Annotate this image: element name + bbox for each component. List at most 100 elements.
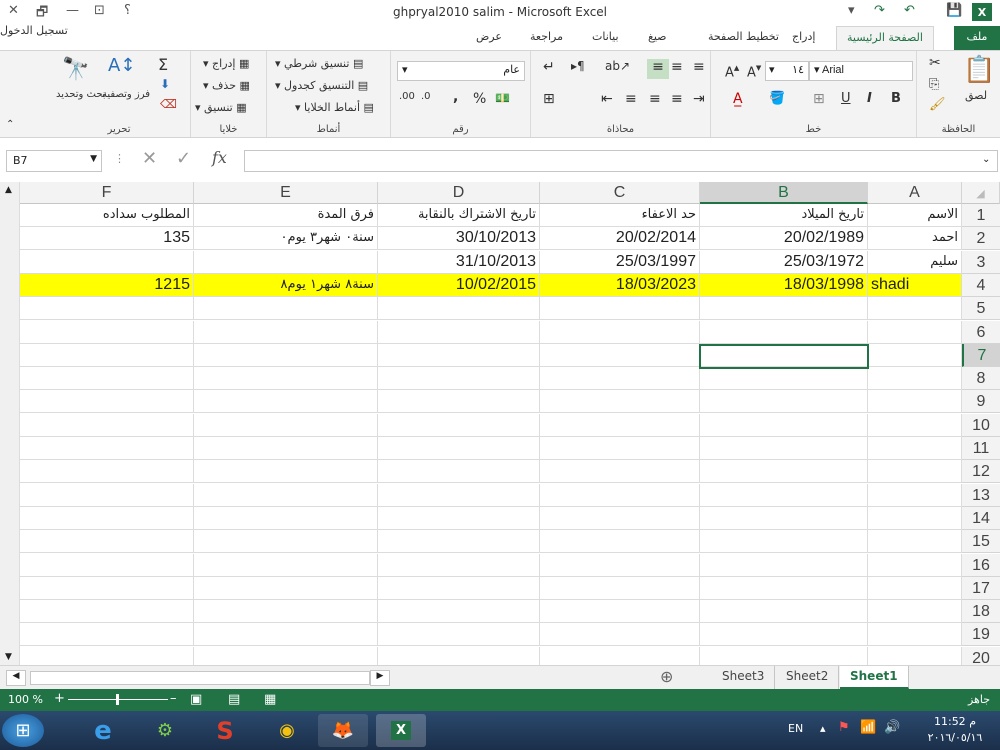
align-left-icon[interactable]: ≡: [671, 91, 683, 107]
tab-file[interactable]: ملف: [954, 26, 1000, 50]
cell[interactable]: [868, 460, 962, 484]
format-cells-button[interactable]: ▾ تنسيق ▦: [195, 101, 247, 114]
scroll-right-icon[interactable]: ▶: [370, 670, 390, 686]
cell[interactable]: 20/02/2014: [540, 227, 700, 251]
row-header[interactable]: 1: [962, 204, 1000, 227]
cell[interactable]: [20, 367, 194, 391]
clear-icon[interactable]: ⌫: [160, 97, 177, 111]
page-break-view-icon[interactable]: ▣: [190, 692, 202, 707]
page-layout-view-icon[interactable]: ▤: [228, 692, 240, 707]
cell[interactable]: [868, 506, 962, 530]
language-indicator[interactable]: EN: [788, 722, 803, 735]
cell[interactable]: [194, 623, 378, 647]
app-s-icon[interactable]: S: [200, 714, 250, 747]
cell[interactable]: 20/02/1989: [700, 227, 868, 251]
tab-page-layout[interactable]: تخطيط الصفحة: [708, 30, 779, 43]
cell[interactable]: [20, 413, 194, 437]
clock-date[interactable]: ٢٠١٦/٠٥/١٦: [920, 731, 990, 744]
cell[interactable]: [20, 623, 194, 647]
zoom-level[interactable]: 100 %: [8, 693, 43, 706]
cell[interactable]: [20, 600, 194, 624]
paste-icon[interactable]: 📋: [963, 55, 995, 85]
decrease-decimal-icon[interactable]: .00: [399, 91, 415, 102]
cell[interactable]: [540, 600, 700, 624]
scroll-left-icon[interactable]: ◀: [6, 670, 26, 686]
cell[interactable]: [378, 623, 540, 647]
cell[interactable]: [194, 437, 378, 460]
cell[interactable]: [194, 367, 378, 391]
cell[interactable]: [700, 437, 868, 460]
cell[interactable]: [540, 413, 700, 437]
row-header[interactable]: 12: [962, 460, 1000, 484]
row-header[interactable]: 2: [962, 227, 1000, 251]
cell[interactable]: [700, 623, 868, 647]
cell[interactable]: فرق المدة: [194, 204, 378, 227]
cell[interactable]: [20, 343, 194, 367]
cell[interactable]: [700, 297, 868, 321]
cell[interactable]: [378, 483, 540, 507]
row-header[interactable]: 6: [962, 320, 1000, 344]
row-header[interactable]: 13: [962, 483, 1000, 507]
zoom-slider-thumb[interactable]: [116, 694, 119, 705]
cell[interactable]: [378, 576, 540, 600]
cell[interactable]: [868, 600, 962, 624]
tab-view[interactable]: عرض: [476, 30, 502, 43]
cell[interactable]: [540, 623, 700, 647]
cell[interactable]: [540, 576, 700, 600]
insert-cells-button[interactable]: ▾ إدراج ▦: [203, 57, 249, 70]
cell[interactable]: [378, 297, 540, 321]
font-size-select[interactable]: ▾ ١٤: [765, 61, 809, 81]
borders-icon[interactable]: ⊞: [813, 91, 825, 107]
excel-taskbar-icon[interactable]: X: [376, 714, 426, 747]
cell[interactable]: [20, 530, 194, 554]
cell[interactable]: [868, 320, 962, 344]
collapse-ribbon-icon[interactable]: ⌃: [6, 119, 14, 130]
cell[interactable]: [700, 390, 868, 414]
cell[interactable]: [700, 367, 868, 391]
text-direction-icon[interactable]: ▸¶: [571, 59, 585, 73]
cell[interactable]: 31/10/2013: [378, 250, 540, 274]
cell[interactable]: 135: [20, 227, 194, 251]
cell[interactable]: [540, 367, 700, 391]
row-header[interactable]: 19: [962, 623, 1000, 647]
cell[interactable]: [378, 553, 540, 577]
row-header[interactable]: 15: [962, 530, 1000, 554]
cell[interactable]: [868, 343, 962, 367]
cell[interactable]: [540, 553, 700, 577]
merge-center-icon[interactable]: ⊞: [543, 91, 555, 107]
cell[interactable]: [540, 460, 700, 484]
cell[interactable]: [540, 437, 700, 460]
row-header[interactable]: 10: [962, 413, 1000, 437]
cell[interactable]: [540, 390, 700, 414]
cell[interactable]: [194, 600, 378, 624]
cell[interactable]: [20, 437, 194, 460]
cell[interactable]: [868, 530, 962, 554]
cell[interactable]: [20, 250, 194, 274]
italic-button[interactable]: I: [867, 91, 872, 106]
cell[interactable]: [540, 320, 700, 344]
cell[interactable]: [868, 390, 962, 414]
column-header[interactable]: B: [700, 182, 868, 204]
row-header[interactable]: 18: [962, 600, 1000, 624]
cell[interactable]: [194, 483, 378, 507]
sort-filter-icon[interactable]: A↕: [108, 55, 135, 76]
row-header[interactable]: 7: [962, 343, 1000, 367]
internet-explorer-icon[interactable]: e: [78, 714, 128, 747]
cell[interactable]: 30/10/2013: [378, 227, 540, 251]
cell[interactable]: [194, 250, 378, 274]
cell[interactable]: [194, 320, 378, 344]
cell[interactable]: [540, 343, 700, 367]
percent-style-button[interactable]: %: [473, 91, 486, 107]
cell[interactable]: سنة٨ شهر١ يوم٨: [194, 273, 378, 297]
row-header[interactable]: 4: [962, 273, 1000, 297]
row-header[interactable]: 20: [962, 646, 1000, 665]
cell-styles-button[interactable]: ▾ أنماط الخلايا ▤: [295, 101, 374, 114]
row-header[interactable]: 14: [962, 506, 1000, 530]
cell[interactable]: [194, 576, 378, 600]
undo-icon[interactable]: ↶: [904, 3, 915, 18]
align-right-icon[interactable]: ≡: [625, 91, 637, 107]
insert-function-button[interactable]: fx: [212, 148, 227, 167]
enter-icon[interactable]: ✓: [176, 148, 191, 169]
save-icon[interactable]: 💾: [946, 3, 962, 18]
sheet-tab-sheet3[interactable]: Sheet3: [712, 666, 776, 689]
